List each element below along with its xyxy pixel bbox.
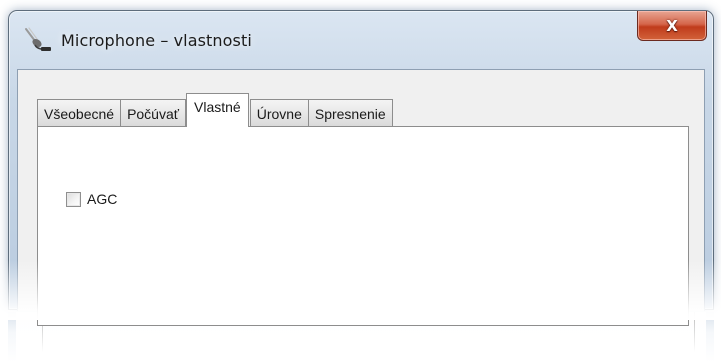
tab-label: Spresnenie (314, 105, 386, 122)
tab-spresnenie[interactable]: Spresnenie (307, 99, 393, 127)
tab-label: Všeobecné (44, 105, 115, 122)
window-title: Microphone – vlastnosti (61, 31, 252, 50)
microphone-icon (23, 25, 53, 53)
tab-panel-vlastne: AGC (37, 126, 689, 326)
tab-label: Vlastné (194, 99, 241, 115)
tab-vseobecne[interactable]: Všeobecné (37, 99, 122, 127)
dialog-client-area: Všeobecné Počúvať Vlastné Úrovne Spresne… (17, 69, 705, 326)
reflection-divider (694, 312, 695, 352)
tab-vlastne[interactable]: Vlastné (186, 93, 249, 127)
tab-label: Počúvať (127, 105, 180, 122)
tab-urovne[interactable]: Úrovne (249, 99, 309, 127)
screenshot-stage: Microphone – vlastnosti X Všeobecné Počú… (0, 0, 721, 363)
close-button[interactable]: X (637, 11, 707, 41)
properties-window: Microphone – vlastnosti X Všeobecné Počú… (8, 10, 714, 326)
agc-label: AGC (87, 191, 118, 207)
title-bar[interactable]: Microphone – vlastnosti X (9, 11, 713, 69)
agc-checkbox-row[interactable]: AGC (66, 191, 117, 207)
tab-pocuvat[interactable]: Počúvať (120, 99, 187, 127)
tab-label: Úrovne (256, 105, 302, 122)
close-icon: X (666, 16, 678, 35)
agc-checkbox[interactable] (66, 191, 81, 207)
tab-strip: Všeobecné Počúvať Vlastné Úrovne Spresne… (37, 92, 393, 127)
